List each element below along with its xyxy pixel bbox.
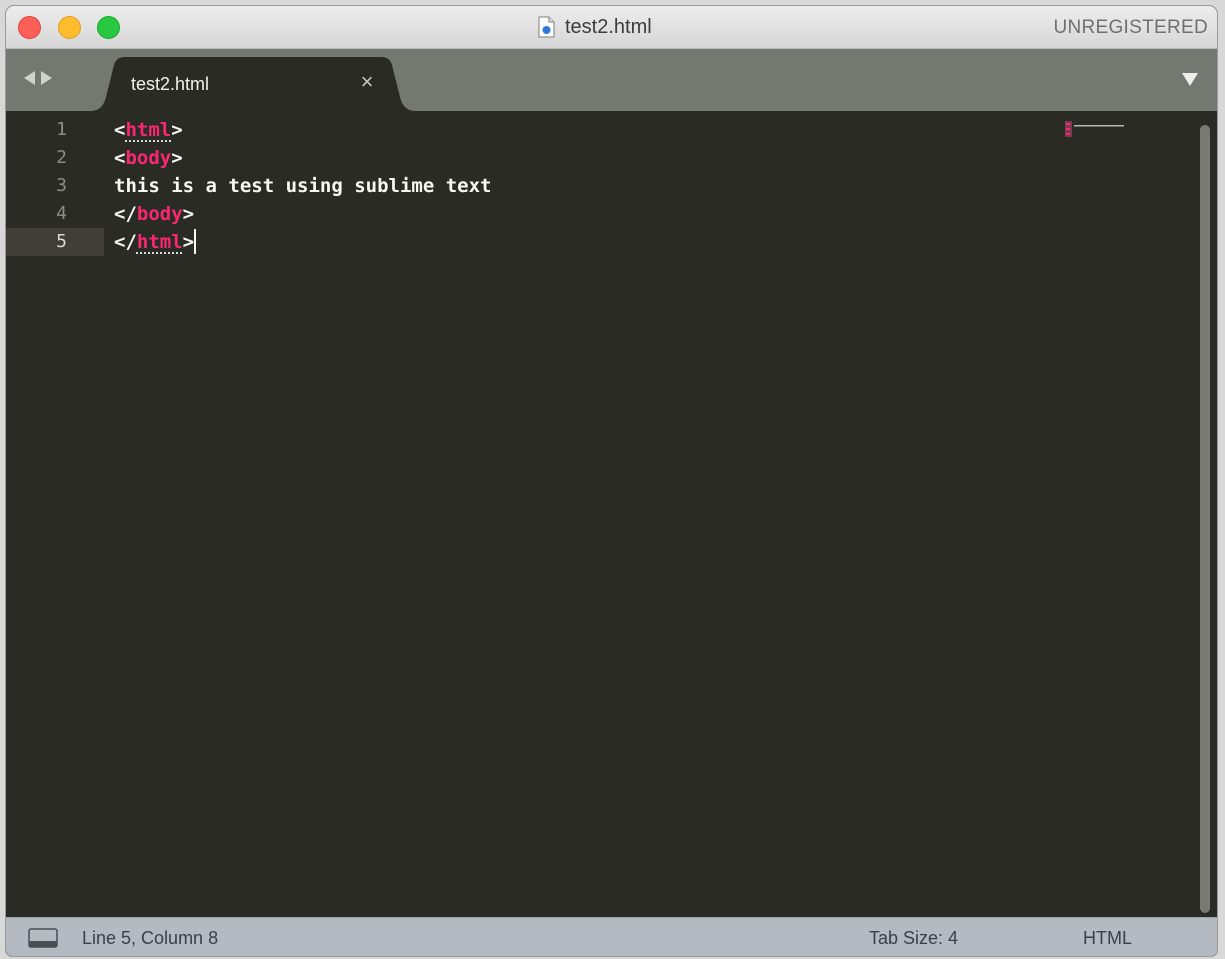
vertical-scrollbar[interactable] [1200, 125, 1210, 913]
maximize-window-icon[interactable] [97, 16, 120, 39]
title-bar[interactable]: test2.html UNREGISTERED [6, 6, 1217, 49]
code-line[interactable]: this is a test using sublime text [114, 172, 492, 200]
tag-name: html [125, 119, 172, 141]
tag-bracket: </ [114, 231, 137, 253]
window-title: test2.html [538, 15, 652, 39]
line-number-gutter: 1 2 3 4 5 [6, 116, 104, 256]
editor-window: test2.html UNREGISTERED test2.html × 1 2… [6, 6, 1217, 956]
code-editor[interactable]: 1 2 3 4 5 <html> <body> this is a test u… [6, 111, 1217, 917]
back-arrow-icon[interactable] [24, 71, 35, 85]
forward-arrow-icon[interactable] [41, 71, 52, 85]
syntax-selector[interactable]: HTML [1083, 928, 1132, 949]
close-tab-icon[interactable]: × [356, 71, 378, 93]
cursor-position: Line 5, Column 8 [82, 928, 219, 948]
line-number: 3 [56, 175, 67, 196]
code-line[interactable]: <html> [114, 116, 492, 144]
tag-name: html [136, 231, 183, 253]
tag-bracket: > [182, 231, 195, 253]
tag-name: body [136, 203, 183, 225]
tab-menu-icon[interactable] [1182, 73, 1198, 86]
code-line[interactable]: <body> [114, 144, 492, 172]
tag-name: body [125, 147, 172, 169]
close-window-icon[interactable] [18, 16, 41, 39]
text-cursor [194, 229, 197, 254]
code-line[interactable]: </html> [114, 228, 492, 256]
html-file-icon [538, 16, 555, 38]
panel-toggle-icon[interactable] [28, 928, 58, 948]
tag-bracket: > [171, 119, 183, 141]
unregistered-label: UNREGISTERED [1053, 17, 1208, 38]
tag-bracket: > [182, 203, 195, 225]
line-number-active: 5 [6, 228, 104, 256]
minimize-window-icon[interactable] [58, 16, 81, 39]
code-text[interactable]: <html> <body> this is a test using subli… [114, 116, 492, 256]
line-number: 2 [56, 147, 67, 168]
line-number: 4 [56, 203, 67, 224]
tab-navigation [24, 71, 52, 85]
tab-label: test2.html [131, 74, 210, 94]
minimap[interactable] [1065, 121, 1125, 137]
tag-bracket: </ [114, 203, 137, 225]
text-content: this is a test using sublime text [114, 175, 492, 197]
line-number: 1 [56, 119, 67, 140]
tab-test2-html[interactable]: test2.html × [90, 57, 416, 111]
tag-bracket: < [114, 147, 126, 169]
window-title-text: test2.html [565, 15, 652, 38]
tag-bracket: < [114, 119, 126, 141]
tag-bracket: > [171, 147, 183, 169]
status-bar: Line 5, Column 8 Tab Size: 4 HTML [6, 917, 1217, 956]
code-line[interactable]: </body> [114, 200, 492, 228]
tab-size-selector[interactable]: Tab Size: 4 [869, 928, 958, 949]
tab-bar: test2.html × [6, 49, 1217, 111]
